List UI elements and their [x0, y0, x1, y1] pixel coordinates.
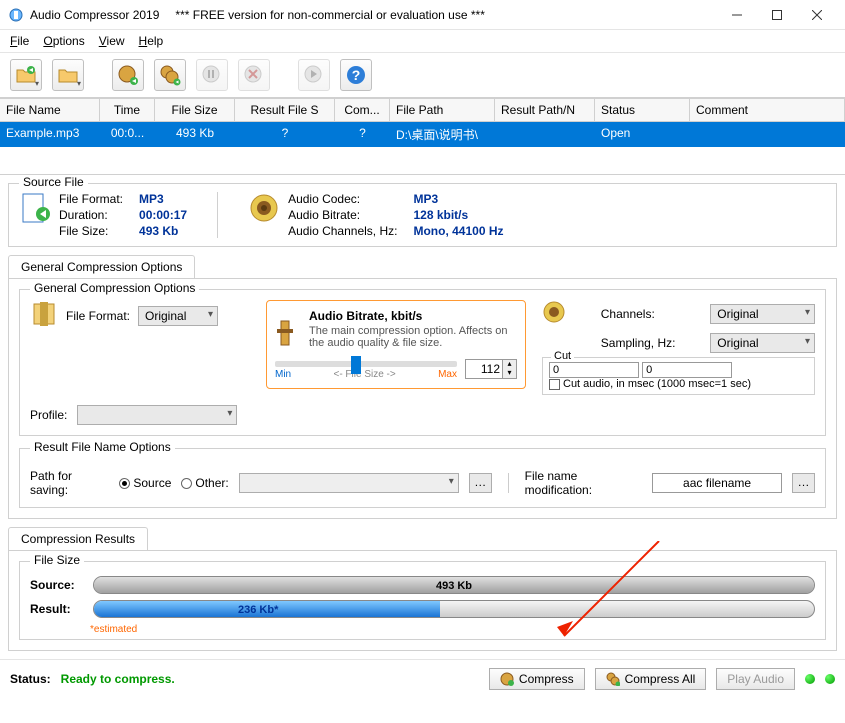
- cut-to-input[interactable]: [642, 362, 732, 378]
- menu-file[interactable]: File: [10, 34, 29, 48]
- open-folder-button[interactable]: ▾: [52, 59, 84, 91]
- speaker-small-icon: [542, 300, 591, 327]
- file-format-select[interactable]: Original: [138, 306, 218, 326]
- tabs-cr: Compression Results: [8, 527, 837, 551]
- help-button-tb[interactable]: ?: [340, 59, 372, 91]
- grid-header: File Name Time File Size Result File S C…: [0, 98, 845, 122]
- file-grid: File Name Time File Size Result File S C…: [0, 98, 845, 175]
- col-comment[interactable]: Comment: [690, 99, 845, 121]
- file-format-icon: [19, 192, 51, 224]
- bitrate-spinner[interactable]: ▴▾: [465, 359, 517, 379]
- status-led-2: [825, 674, 835, 684]
- col-com[interactable]: Com...: [335, 99, 390, 121]
- table-row[interactable]: Example.mp3 00:0... 493 Kb ? ? D:\桌面\说明书…: [0, 122, 845, 147]
- pause-button-tb[interactable]: [196, 59, 228, 91]
- col-rpath[interactable]: Result Path/N: [495, 99, 595, 121]
- browse-path-button[interactable]: …: [469, 473, 492, 493]
- path-source-radio[interactable]: Source: [119, 476, 171, 490]
- play-audio-button[interactable]: Play Audio: [716, 668, 795, 690]
- col-result[interactable]: Result File S: [235, 99, 335, 121]
- filename-mod-button[interactable]: …: [792, 473, 815, 493]
- tab-compression-results[interactable]: Compression Results: [8, 527, 148, 550]
- close-button[interactable]: [797, 0, 837, 30]
- maximize-button[interactable]: [757, 0, 797, 30]
- app-subtitle: *** FREE version for non-commercial or e…: [175, 8, 484, 22]
- minimize-button[interactable]: [717, 0, 757, 30]
- profile-select[interactable]: [77, 405, 237, 425]
- status-text: Ready to compress.: [61, 672, 175, 686]
- source-file-panel: Source File File Format:MP3 Duration:00:…: [8, 183, 837, 247]
- tab-general-options[interactable]: General Compression Options: [8, 255, 195, 278]
- compress-all-button-tb[interactable]: [154, 59, 186, 91]
- app-title: Audio Compressor 2019: [30, 8, 159, 22]
- gco-panel: General Compression Options File Format:…: [8, 279, 837, 519]
- bitrate-slider[interactable]: [275, 361, 457, 367]
- compress-button-tb[interactable]: [112, 59, 144, 91]
- cut-panel: Cut Cut audio, in msec (1000 msec=1 sec): [542, 357, 815, 395]
- titlebar: Audio Compressor 2019 *** FREE version f…: [0, 0, 845, 30]
- col-time[interactable]: Time: [100, 99, 155, 121]
- compress-button[interactable]: Compress: [489, 668, 585, 690]
- status-led-1: [805, 674, 815, 684]
- toolbar: ▾ ▾ ?: [0, 53, 845, 98]
- col-path[interactable]: File Path: [390, 99, 495, 121]
- app-icon: [8, 7, 24, 23]
- play-button-tb[interactable]: [298, 59, 330, 91]
- cr-panel: File Size Source: 493 Kb Result: 236 Kb*…: [8, 551, 837, 651]
- other-path-select[interactable]: [239, 473, 459, 493]
- cut-checkbox[interactable]: [549, 379, 560, 390]
- path-other-radio[interactable]: Other:: [181, 476, 228, 490]
- clamp-icon: [275, 319, 303, 347]
- col-status[interactable]: Status: [595, 99, 690, 121]
- tabs-gco: General Compression Options: [8, 255, 837, 279]
- channels-select[interactable]: Original: [710, 304, 815, 324]
- sampling-select[interactable]: Original: [710, 333, 815, 353]
- col-filename[interactable]: File Name: [0, 99, 100, 121]
- cut-from-input[interactable]: [549, 362, 639, 378]
- speaker-icon: [248, 192, 280, 224]
- bitrate-panel: Audio Bitrate, kbit/s The main compressi…: [266, 300, 526, 389]
- col-size[interactable]: File Size: [155, 99, 235, 121]
- result-size-bar: 236 Kb*: [93, 600, 815, 618]
- menu-help[interactable]: Help: [139, 34, 164, 48]
- open-file-button[interactable]: ▾: [10, 59, 42, 91]
- compress-all-button[interactable]: Compress All: [595, 668, 707, 690]
- stop-button-tb[interactable]: [238, 59, 270, 91]
- menu-options[interactable]: Options: [43, 34, 84, 48]
- menu-view[interactable]: View: [99, 34, 125, 48]
- menubar: File Options View Help: [0, 30, 845, 53]
- svg-text:?: ?: [352, 67, 361, 83]
- footer: Status: Ready to compress. Compress Comp…: [0, 659, 845, 698]
- filename-mod-input[interactable]: aac filename: [652, 473, 782, 493]
- source-size-bar: 493 Kb: [93, 576, 815, 594]
- compress-icon: [30, 300, 58, 331]
